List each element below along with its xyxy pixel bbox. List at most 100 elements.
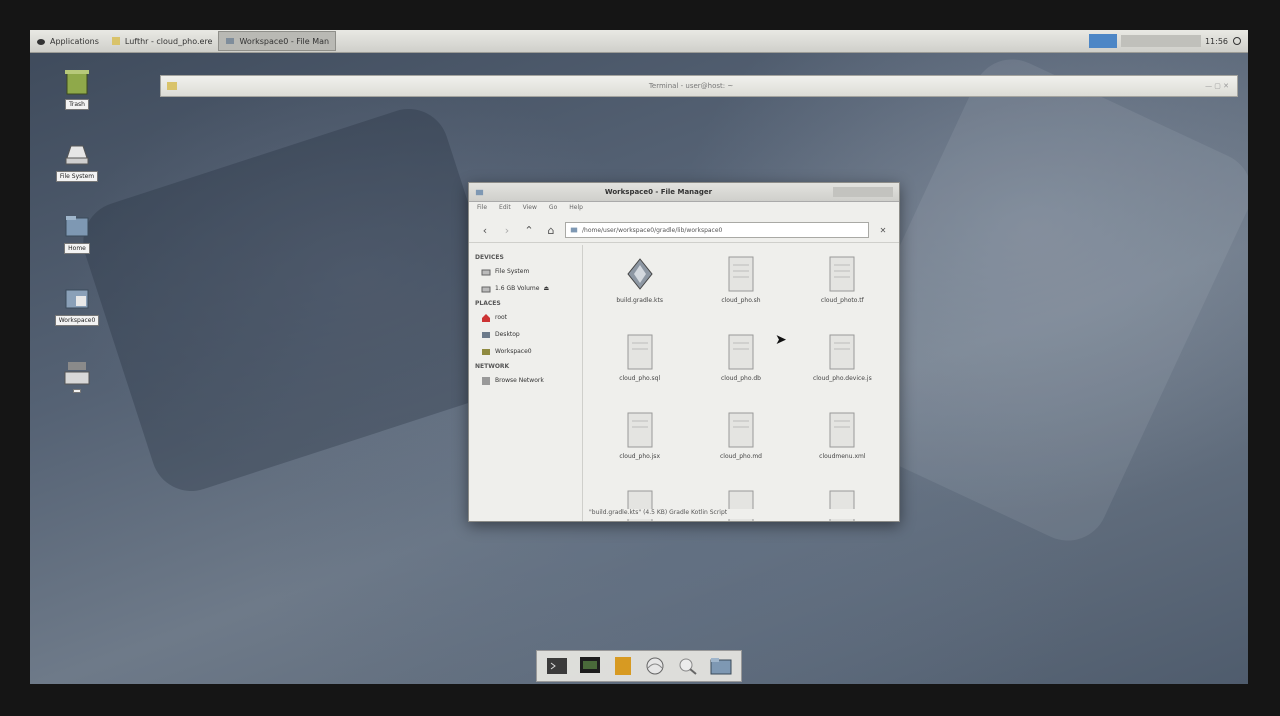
sidebar-header-network: NETWORK [475,363,510,370]
clear-icon: ✕ [879,225,887,235]
home-folder-icon [65,216,89,237]
sidebar-item-desktop[interactable]: Desktop [473,326,578,343]
top-panel: Applications Lufthr - cloud_pho.ere Work… [30,30,1248,53]
file-item[interactable]: cloud_pho.sql [589,333,690,411]
file-item[interactable]: cloud_pho.jsx [589,411,690,489]
menu-item-go[interactable]: Go [549,204,557,216]
mouse-cursor-icon: ➤ [775,332,787,348]
arrow-left-icon: ‹ [482,223,488,237]
text-editor-icon [111,37,120,45]
up-button[interactable]: ⌃ [521,222,537,238]
file-manager-body: DEVICES File System 1.6 GB Volume ⏏ PLAC… [469,245,899,521]
folder-icon [482,348,490,355]
file-name: cloudmenu.xml [819,453,866,460]
menu-item-help[interactable]: Help [569,204,583,216]
sidebar-item-label: File System [495,268,530,275]
workspace-switcher[interactable] [1088,34,1117,48]
archive-icon [614,657,631,675]
file-name: cloud_pho.sql [619,375,661,382]
sidebar-item-root[interactable]: root [473,309,578,326]
file-item[interactable]: cloudmenu.xml [792,411,893,489]
dock-item-archive[interactable] [611,654,635,678]
applications-menu-label: Applications [50,36,99,46]
desktop-icon-home[interactable]: Home [46,212,108,254]
forward-button[interactable]: › [499,222,515,238]
sidebar-item-workspace[interactable]: Workspace0 [473,343,578,360]
menu-item-file[interactable]: File [477,204,487,216]
sidebar-item-label: 1.6 GB Volume [495,285,540,292]
window-title: Terminal - user@host: ~ [648,82,734,90]
file-manager-titlebar[interactable]: Workspace0 - File Manager [469,183,899,202]
terminal-icon [167,82,177,90]
home-icon: ⌂ [547,223,555,237]
browser-icon [646,657,664,675]
home-button[interactable]: ⌂ [543,222,559,238]
desktop-icon-trash[interactable]: Trash [46,68,108,110]
desktop-icon-workspace[interactable]: Workspace0 [46,284,108,326]
window-controls[interactable]: — ▢ ✕ [1205,82,1229,90]
dock-item-monitor[interactable] [578,654,602,678]
sidebar-item-browse-network[interactable]: Browse Network [473,372,578,389]
desktop-icon-drive[interactable] [46,358,108,393]
desktop-icon-label: File System [55,171,99,182]
terminal-window-titlebar[interactable]: Terminal - user@host: ~ — ▢ ✕ [160,75,1238,97]
file-item[interactable]: cloud_photo.tf [792,255,893,333]
removable-drive-icon [64,362,90,385]
sidebar-item-volume[interactable]: 1.6 GB Volume ⏏ [473,280,578,297]
dock-item-terminal[interactable] [545,654,569,678]
desktop-icon-file-system[interactable]: File System [46,140,108,182]
file-name: cloud_pho.md [719,453,762,460]
window-controls[interactable] [833,187,893,197]
taskbar-item-label: Lufthr - cloud_pho.ere [124,36,213,46]
clear-location-button[interactable]: ✕ [875,222,891,238]
desktop-icon-label [73,389,81,393]
location-path: /home/user/workspace0/gradle/lib/workspa… [582,226,723,234]
drive-icon [65,145,89,165]
desktop: Applications Lufthr - cloud_pho.ere Work… [30,30,1248,684]
eject-icon[interactable]: ⏏ [543,285,549,292]
network-icon [482,376,490,385]
dock-item-folder[interactable] [709,654,733,678]
file-name: cloud_pho.device.js [812,375,872,382]
sidebar: DEVICES File System 1.6 GB Volume ⏏ PLAC… [469,245,583,521]
system-tray: 11:56 [1088,34,1248,48]
toolbar: ‹ › ⌃ ⌂ /home/user/workspace0/gradle/lib… [469,218,899,243]
dock-item-search[interactable] [676,654,700,678]
dock-item-browser[interactable] [643,654,667,678]
clock[interactable]: 11:56 [1205,37,1228,46]
desktop-icon-label: Trash [65,99,89,110]
file-name: cloud_photo.tf [820,297,864,304]
file-manager-window: Workspace0 - File Manager File Edit View… [468,182,900,522]
location-bar[interactable]: /home/user/workspace0/gradle/lib/workspa… [565,222,869,238]
drive-icon [481,286,491,292]
file-item[interactable]: cloud_pho.sh [690,255,791,333]
sidebar-header-places: PLACES [475,300,501,307]
trash-icon [65,70,89,95]
applications-menu-button[interactable]: Applications [30,32,105,50]
menu-item-edit[interactable]: Edit [499,204,511,216]
back-button[interactable]: ‹ [477,222,493,238]
file-grid: build.gradle.kts cloud_pho.sh cloud_phot… [583,245,899,521]
folder-icon [226,38,235,44]
file-item[interactable]: cloud_pho.device.js [792,333,893,411]
desktop-icon [482,331,490,338]
taskbar-item-label: Workspace0 - File Man [239,36,330,46]
file-item[interactable]: build.gradle.kts [589,255,690,333]
text-file-icon [627,412,653,448]
power-icon[interactable] [1232,36,1242,46]
taskbar-item-editor[interactable]: Lufthr - cloud_pho.ere [105,32,219,50]
search-icon [679,658,697,675]
file-item[interactable]: cloud_pho.md [690,411,791,489]
folder-icon [475,189,484,195]
file-name: cloud_pho.sh [721,297,761,304]
menu-item-view[interactable]: View [523,204,537,216]
sidebar-item-file-system[interactable]: File System [473,263,578,280]
file-name: cloud_pho.db [721,375,761,382]
home-icon [482,313,490,322]
folder-icon [710,658,732,675]
file-name: build.gradle.kts [616,297,663,304]
sidebar-header-devices: DEVICES [475,254,504,261]
taskbar-item-file-manager[interactable]: Workspace0 - File Man [218,31,337,51]
status-bar: "build.gradle.kts" (4.5 KB) Gradle Kotli… [589,509,895,519]
desktop-icon-label: Workspace0 [54,315,100,326]
